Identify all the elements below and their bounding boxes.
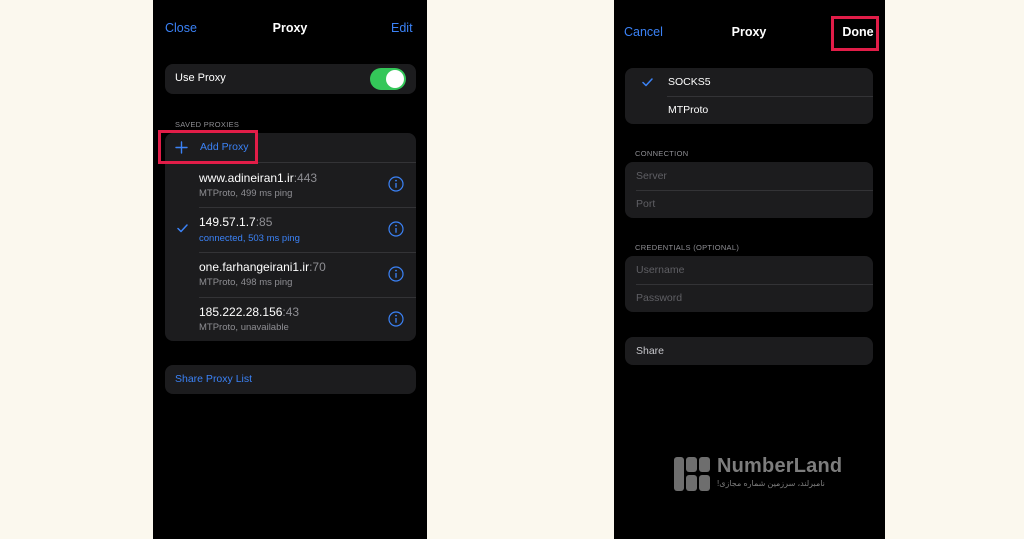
numberland-watermark: NumberLand نامبرلند، سرزمین شماره مجازی! bbox=[673, 455, 853, 495]
cancel-button[interactable]: Cancel bbox=[624, 25, 663, 39]
info-icon[interactable] bbox=[388, 311, 404, 327]
saved-proxies-list: Add Proxy www.adineiran1.ir:443 MTProto,… bbox=[165, 133, 416, 341]
use-proxy-row[interactable]: Use Proxy bbox=[165, 64, 416, 94]
proxy-item-farhangeirani[interactable]: one.farhangeirani1.ir:70 MTProto, 498 ms… bbox=[165, 253, 416, 297]
proxy-status: MTProto, 499 ms ping bbox=[199, 188, 293, 199]
port-input[interactable]: Port bbox=[636, 198, 655, 210]
watermark-tagline: نامبرلند، سرزمین شماره مجازی! bbox=[717, 479, 825, 488]
proxy-item-149[interactable]: 149.57.1.7:85 connected, 503 ms ping bbox=[165, 208, 416, 252]
proxy-item-adineiran[interactable]: www.adineiran1.ir:443 MTProto, 499 ms pi… bbox=[165, 163, 416, 207]
server-input[interactable]: Server bbox=[636, 170, 667, 182]
proxy-address: one.farhangeirani1.ir:70 bbox=[199, 260, 326, 274]
connection-section-label: CONNECTION bbox=[635, 149, 689, 158]
close-button[interactable]: Close bbox=[165, 21, 197, 35]
proxy-status: MTProto, unavailable bbox=[199, 322, 289, 333]
share-proxy-list-label: Share Proxy List bbox=[175, 373, 253, 385]
info-icon[interactable] bbox=[388, 221, 404, 237]
done-highlight bbox=[831, 16, 879, 51]
checkmark-icon bbox=[177, 224, 188, 233]
page-title: Proxy bbox=[731, 25, 767, 39]
info-icon[interactable] bbox=[388, 266, 404, 282]
proxy-status: MTProto, 498 ms ping bbox=[199, 277, 293, 288]
proxy-status: connected, 503 ms ping bbox=[199, 233, 300, 244]
type-option-socks5[interactable]: SOCKS5 bbox=[625, 68, 873, 96]
share-label: Share bbox=[636, 345, 665, 357]
credentials-fields: Username Password bbox=[625, 256, 873, 312]
info-icon[interactable] bbox=[388, 176, 404, 192]
type-option-mtproto[interactable]: MTProto bbox=[625, 96, 873, 124]
credentials-section-label: CREDENTIALS (OPTIONAL) bbox=[635, 243, 740, 252]
divider bbox=[636, 284, 873, 285]
checkmark-icon bbox=[642, 78, 653, 87]
watermark-name: NumberLand bbox=[717, 455, 843, 477]
page-title: Proxy bbox=[272, 21, 308, 35]
edit-button[interactable]: Edit bbox=[391, 21, 413, 35]
share-button[interactable]: Share bbox=[625, 337, 873, 365]
share-proxy-list-button[interactable]: Share Proxy List bbox=[165, 365, 416, 394]
type-label: MTProto bbox=[668, 104, 709, 116]
proxy-address: www.adineiran1.ir:443 bbox=[199, 171, 318, 185]
saved-proxies-section-label: SAVED PROXIES bbox=[175, 120, 240, 129]
use-proxy-label: Use Proxy bbox=[175, 72, 226, 84]
proxy-item-185[interactable]: 185.222.28.156:43 MTProto, unavailable bbox=[165, 298, 416, 341]
toggle-knob bbox=[386, 70, 404, 88]
proxy-address: 149.57.1.7:85 bbox=[199, 215, 273, 229]
proxy-type-list: SOCKS5 MTProto bbox=[625, 68, 873, 124]
connection-fields: Server Port bbox=[625, 162, 873, 218]
numberland-logo-icon bbox=[674, 457, 710, 491]
username-input[interactable]: Username bbox=[636, 264, 684, 276]
divider bbox=[636, 190, 873, 191]
proxy-list-screen: Close Proxy Edit Use Proxy SAVED PROXIES… bbox=[153, 0, 427, 539]
add-proxy-highlight bbox=[158, 130, 258, 164]
password-input[interactable]: Password bbox=[636, 292, 682, 304]
proxy-address: 185.222.28.156:43 bbox=[199, 305, 300, 319]
type-label: SOCKS5 bbox=[668, 76, 711, 88]
use-proxy-toggle[interactable] bbox=[370, 68, 406, 90]
